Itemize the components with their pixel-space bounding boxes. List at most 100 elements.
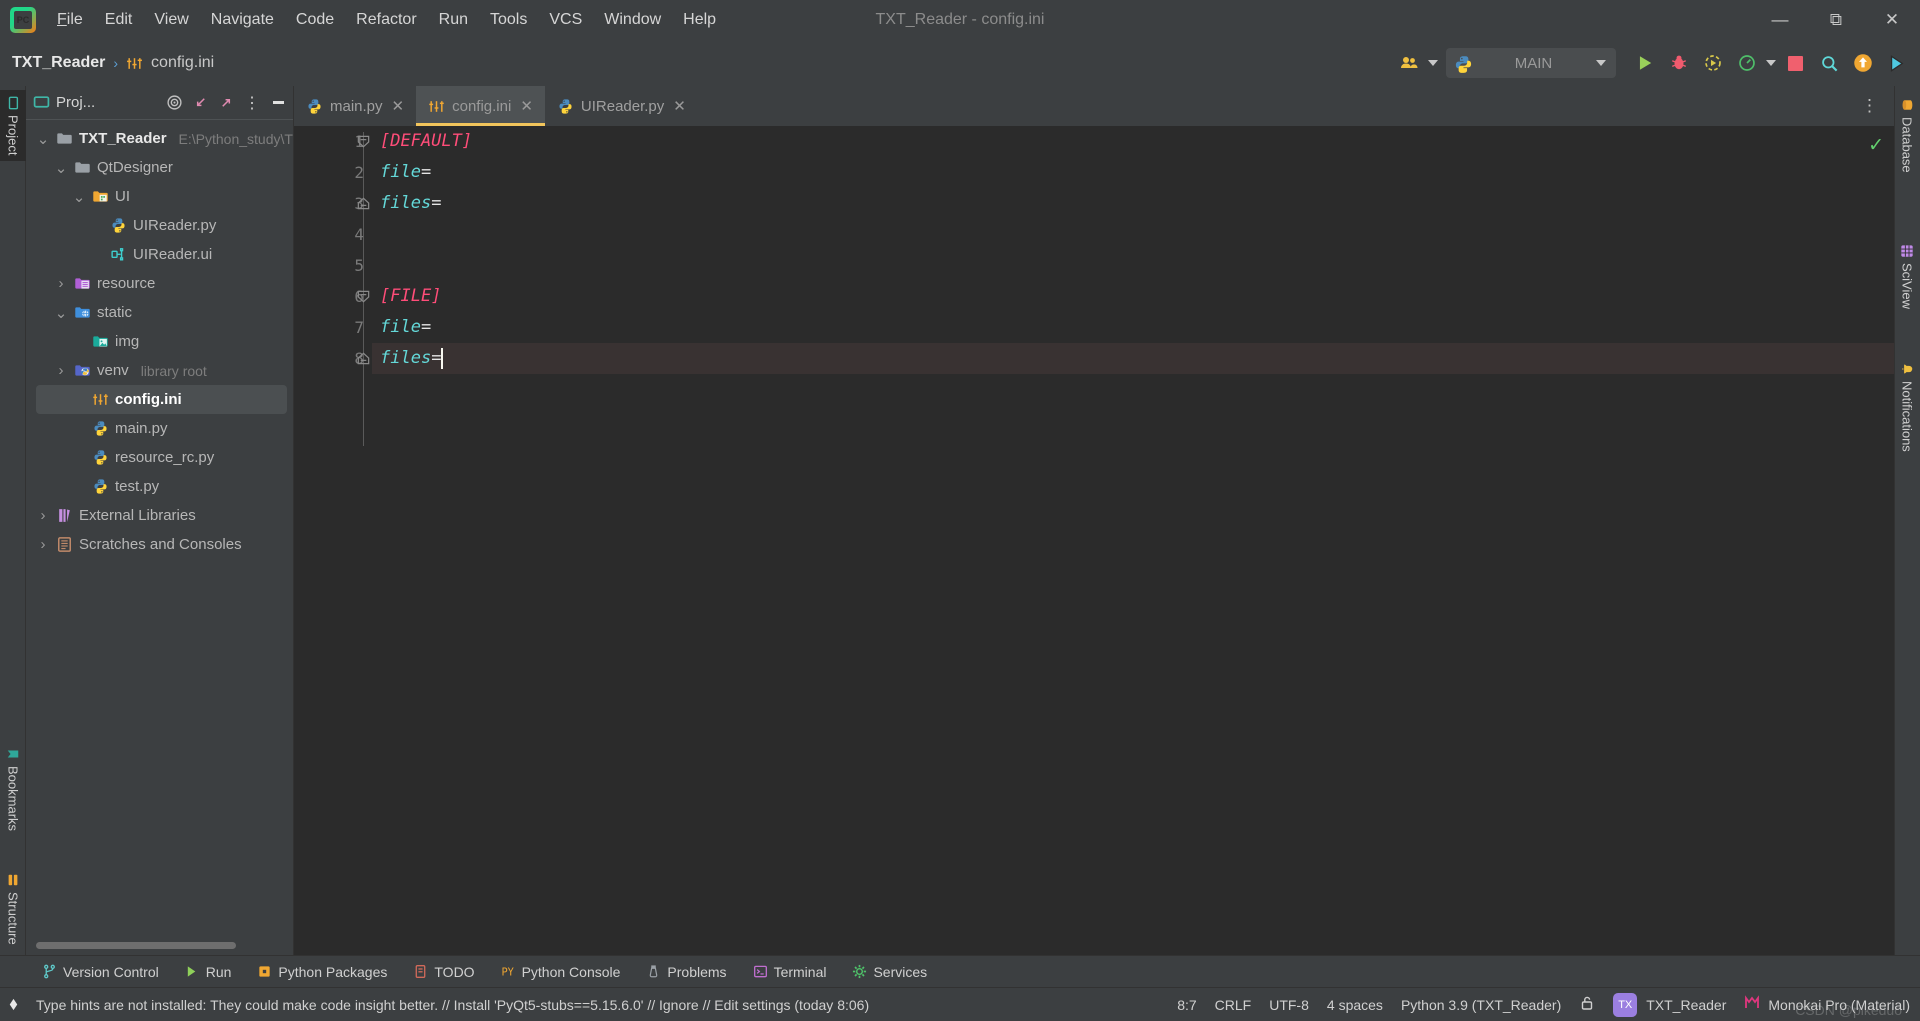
tool-tab-run[interactable]: Run — [177, 962, 240, 982]
people-dropdown-caret[interactable] — [1428, 60, 1438, 66]
menu-file[interactable]: File — [46, 7, 94, 33]
tree-item-venv[interactable]: › venv library root — [26, 356, 293, 385]
unlocked-icon[interactable] — [1579, 995, 1595, 1014]
tree-item-ui[interactable]: ⌄ UI — [26, 182, 293, 211]
breadcrumb-file[interactable]: config.ini — [151, 54, 214, 72]
editor-tab-config-ini[interactable]: config.ini ✕ — [416, 86, 545, 126]
code-line[interactable]: files= — [372, 188, 1894, 219]
tree-item-resource[interactable]: › resource — [26, 269, 293, 298]
menu-refactor[interactable]: Refactor — [345, 7, 427, 33]
people-icon[interactable] — [1394, 48, 1424, 78]
tree-item-txt-reader[interactable]: ⌄ TXT_Reader E:\Python_study\T — [26, 124, 293, 153]
menu-vcs[interactable]: VCS — [538, 7, 593, 33]
minimize-button[interactable]: — — [1752, 0, 1808, 40]
breadcrumb-project[interactable]: TXT_Reader — [12, 54, 105, 72]
share-icon[interactable] — [1882, 48, 1912, 78]
tool-tab-terminal[interactable]: Terminal — [745, 962, 835, 982]
code-line[interactable]: files= — [372, 343, 1894, 374]
code-line[interactable] — [372, 219, 1894, 250]
close-button[interactable]: ✕ — [1864, 0, 1920, 40]
chevron-right-icon[interactable]: › — [54, 275, 68, 292]
caret-position[interactable]: 8:7 — [1177, 997, 1196, 1013]
menu-tools[interactable]: Tools — [479, 7, 538, 33]
options-icon[interactable]: ⋮ — [239, 90, 265, 116]
tree-item-main-py[interactable]: main.py — [26, 414, 293, 443]
debug-icon[interactable] — [1664, 48, 1694, 78]
code-line[interactable]: [FILE] — [372, 281, 1894, 312]
stop-icon[interactable] — [1780, 48, 1810, 78]
editor-scrollbar[interactable] — [1888, 414, 1894, 432]
fold-end-icon[interactable] — [356, 196, 371, 211]
editor-tab-main-py[interactable]: main.py ✕ — [294, 86, 416, 126]
tool-tab-python-console[interactable]: PY Python Console — [493, 962, 629, 982]
menu-navigate[interactable]: Navigate — [200, 7, 285, 33]
tool-tab-todo[interactable]: TODO — [405, 962, 482, 982]
tree-item-test-py[interactable]: test.py — [26, 472, 293, 501]
event-log-icon[interactable] — [0, 992, 26, 1018]
fold-end-icon[interactable] — [356, 351, 371, 366]
chevron-down-icon[interactable]: ⌄ — [36, 130, 50, 148]
tree-item-uireader-ui[interactable]: UIReader.ui — [26, 240, 293, 269]
chevron-right-icon[interactable]: › — [36, 507, 50, 524]
sidebar-item-structure[interactable]: Structure — [0, 867, 26, 951]
run-icon[interactable] — [1630, 48, 1660, 78]
update-project-icon[interactable] — [1848, 48, 1878, 78]
maximize-button[interactable]: ⧉ — [1808, 0, 1864, 40]
close-icon[interactable]: ✕ — [392, 97, 405, 115]
profiler-icon[interactable] — [1732, 48, 1762, 78]
tree-item-external-libraries[interactable]: › External Libraries — [26, 501, 293, 530]
run-coverage-icon[interactable] — [1698, 48, 1728, 78]
chevron-right-icon[interactable]: › — [54, 362, 68, 379]
code-editor[interactable]: 12345678 [DEFAULT] file= files= [FILE] file=… — [294, 126, 1894, 955]
tree-item-img[interactable]: img — [26, 327, 293, 356]
editor-tab-options-icon[interactable]: ⋮ — [1853, 86, 1886, 126]
profiler-dropdown-caret[interactable] — [1766, 60, 1776, 66]
locate-icon[interactable] — [161, 90, 187, 116]
chevron-down-icon[interactable]: ⌄ — [72, 188, 86, 206]
tree-item-resource-rc-py[interactable]: resource_rc.py — [26, 443, 293, 472]
inspection-status-icon[interactable]: ✓ — [1868, 134, 1884, 157]
menu-window[interactable]: Window — [593, 7, 672, 33]
collapse-all-icon[interactable] — [187, 90, 213, 116]
run-configuration-selector[interactable]: MAIN — [1446, 48, 1616, 78]
chevron-down-icon[interactable]: ⌄ — [54, 304, 68, 322]
sidebar-item-sciview[interactable]: SciView — [1894, 238, 1920, 315]
menu-code[interactable]: Code — [285, 7, 345, 33]
tool-tab-python-packages[interactable]: Python Packages — [249, 962, 395, 982]
code-line[interactable]: file= — [372, 157, 1894, 188]
code-folding-gutter[interactable] — [354, 126, 374, 955]
code-lines[interactable]: [DEFAULT] file= files= [FILE] file= files= — [372, 126, 1894, 955]
menu-edit[interactable]: Edit — [94, 7, 144, 33]
menu-run[interactable]: Run — [428, 7, 479, 33]
menu-view[interactable]: View — [143, 7, 199, 33]
tree-item-static[interactable]: ⌄ static — [26, 298, 293, 327]
tree-item-qtdesigner[interactable]: ⌄ QtDesigner — [26, 153, 293, 182]
tree-item-config-ini[interactable]: config.ini — [36, 385, 287, 414]
theme-name[interactable]: Monokai Pro (Material) — [1768, 997, 1910, 1013]
chevron-right-icon[interactable]: › — [36, 536, 50, 553]
hide-panel-icon[interactable] — [265, 90, 291, 116]
indent-setting[interactable]: 4 spaces — [1327, 997, 1383, 1013]
fold-start-icon[interactable] — [356, 134, 371, 149]
sidebar-item-notifications[interactable]: Notifications — [1894, 356, 1920, 458]
file-encoding[interactable]: UTF-8 — [1269, 997, 1309, 1013]
project-horizontal-scrollbar[interactable] — [36, 942, 236, 949]
line-separator[interactable]: CRLF — [1215, 997, 1252, 1013]
expand-all-icon[interactable] — [213, 90, 239, 116]
tree-item-uireader-py[interactable]: UIReader.py — [26, 211, 293, 240]
menu-help[interactable]: Help — [672, 7, 727, 33]
tool-tab-version-control[interactable]: Version Control — [34, 962, 167, 982]
close-icon[interactable]: ✕ — [673, 97, 686, 115]
fold-start-icon[interactable] — [356, 289, 371, 304]
search-icon[interactable] — [1814, 48, 1844, 78]
code-line[interactable] — [372, 250, 1894, 281]
sidebar-item-database[interactable]: Database — [1894, 92, 1920, 179]
project-tree[interactable]: ⌄ TXT_Reader E:\Python_study\T ⌄ QtDesigner ⌄… — [26, 120, 293, 937]
run-configuration-caret[interactable] — [1596, 60, 1606, 66]
chevron-down-icon[interactable]: ⌄ — [54, 159, 68, 177]
editor-tab-uireader-py[interactable]: UIReader.py ✕ — [545, 86, 698, 126]
sidebar-item-project[interactable]: Project — [0, 90, 26, 162]
status-message[interactable]: Type hints are not installed: They could… — [36, 997, 869, 1013]
tree-item-scratches-and-consoles[interactable]: › Scratches and Consoles — [26, 530, 293, 559]
tool-tab-problems[interactable]: Problems — [638, 962, 734, 982]
